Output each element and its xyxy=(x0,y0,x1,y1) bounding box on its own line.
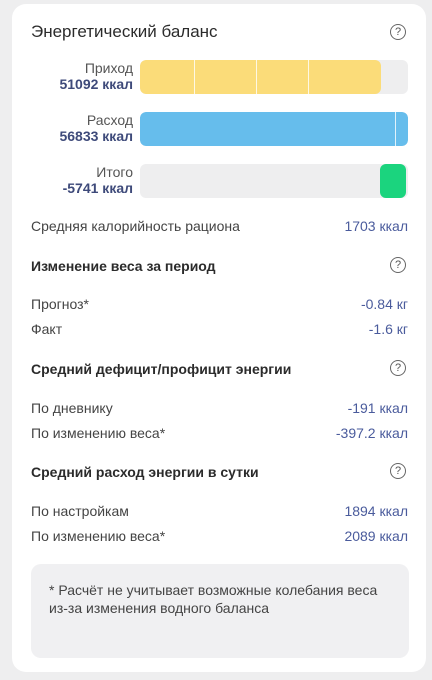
card-title: Энергетический баланс xyxy=(31,22,218,41)
daily-weight-label: По изменению веса* xyxy=(31,528,166,544)
expense-bar-track xyxy=(140,112,408,146)
expense-value: 56833 ккал xyxy=(59,128,133,144)
total-label: Итого xyxy=(96,164,133,180)
income-bar-track xyxy=(140,60,408,94)
income-bar-divider xyxy=(256,60,257,94)
deficit-weight-label: По изменению веса* xyxy=(31,425,166,441)
weight-fact-label: Факт xyxy=(31,321,63,337)
energy-balance-card: Энергетический баланс ? Приход 51092 кка… xyxy=(12,4,426,672)
weight-change-title: Изменение веса за период xyxy=(31,258,216,274)
income-label-block: Приход 51092 ккал xyxy=(59,60,133,92)
total-label-block: Итого -5741 ккал xyxy=(63,164,133,196)
total-bar-track xyxy=(140,164,408,198)
deficit-title: Средний дефицит/профицит энергии xyxy=(31,361,292,377)
daily-expense-title: Средний расход энергии в сутки xyxy=(31,464,259,480)
weight-fact-value: -1.6 кг xyxy=(368,321,408,337)
water-balance-note: * Расчёт не учитывает возможные колебани… xyxy=(31,564,409,658)
expense-bar-divider xyxy=(395,112,396,146)
expense-label: Расход xyxy=(86,112,133,128)
weight-forecast-value: -0.84 кг xyxy=(360,296,408,312)
daily-settings-label: По настройкам xyxy=(31,503,129,519)
help-icon[interactable]: ? xyxy=(390,24,406,40)
weight-forecast-label: Прогноз* xyxy=(31,296,89,312)
help-icon[interactable]: ? xyxy=(390,360,406,376)
help-icon[interactable]: ? xyxy=(390,257,406,273)
income-bar-fill xyxy=(140,60,382,94)
avg-calories-label: Средняя калорийность рациона xyxy=(31,218,240,234)
expense-bar-fill xyxy=(140,112,408,146)
income-label: Приход xyxy=(84,60,133,76)
avg-calories-value: 1703 ккал xyxy=(344,218,408,234)
total-value: -5741 ккал xyxy=(62,180,133,196)
expense-label-block: Расход 56833 ккал xyxy=(59,112,133,144)
daily-settings-value: 1894 ккал xyxy=(344,503,408,519)
income-bar-divider xyxy=(194,60,195,94)
deficit-diary-label: По дневнику xyxy=(31,400,113,416)
income-bar-divider xyxy=(308,60,309,94)
deficit-diary-value: -191 ккал xyxy=(347,400,408,416)
daily-weight-value: 2089 ккал xyxy=(344,528,408,544)
total-bar-fill xyxy=(380,164,406,198)
deficit-weight-value: -397.2 ккал xyxy=(335,425,408,441)
help-icon[interactable]: ? xyxy=(390,463,406,479)
income-value: 51092 ккал xyxy=(59,76,133,92)
